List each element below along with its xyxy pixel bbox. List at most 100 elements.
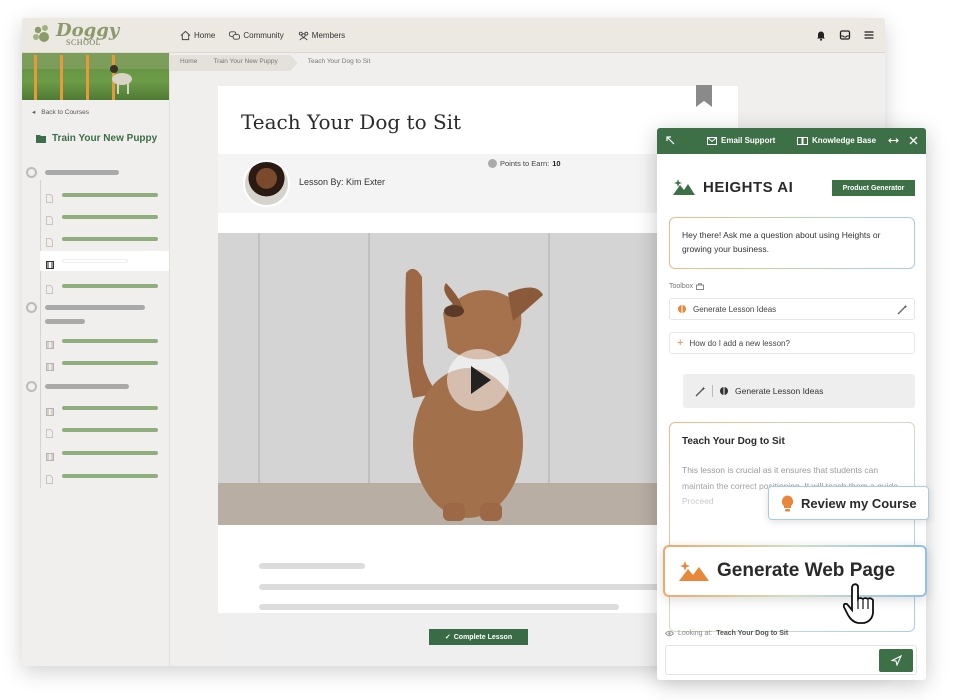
top-navigation-bar: Doggy SCHOOL Home Community Members xyxy=(22,18,885,53)
lesson-title-placeholder[interactable] xyxy=(62,284,158,288)
toolbox-label: Toolbox xyxy=(669,283,705,290)
review-my-course-button[interactable]: Review my Course xyxy=(768,486,929,520)
magic-wand-icon xyxy=(897,304,908,315)
video-lesson-icon xyxy=(46,448,54,461)
chat-bubbles-icon xyxy=(229,31,241,40)
course-thumbnail-image xyxy=(22,53,169,100)
points-to-earn: Points to Earn: 10 xyxy=(488,159,561,168)
lesson-title-placeholder[interactable] xyxy=(62,406,158,410)
magic-wand-icon xyxy=(695,386,706,396)
caret-left-icon: ◂ xyxy=(32,109,36,116)
tool-add-new-lesson[interactable]: + How do I add a new lesson? xyxy=(669,332,915,354)
generate-lesson-ideas-label: Generate Lesson Ideas xyxy=(735,386,824,396)
heights-ai-panel: Email Support Knowledge Base HEIGHTS AI … xyxy=(657,128,926,680)
lesson-title-placeholder[interactable] xyxy=(62,361,158,365)
lesson-title-placeholder[interactable] xyxy=(62,193,158,197)
course-title[interactable]: Train Your New Puppy xyxy=(36,133,157,144)
generate-lesson-ideas-button[interactable]: Generate Lesson Ideas xyxy=(683,374,915,408)
lesson-title-placeholder[interactable] xyxy=(62,237,158,241)
lesson-title-placeholder[interactable] xyxy=(62,259,128,263)
lesson-title-placeholder[interactable] xyxy=(62,339,158,343)
breadcrumb-course[interactable]: Train Your New Puppy xyxy=(203,55,298,71)
product-generator-button[interactable]: Product Generator xyxy=(832,180,915,196)
check-icon: ✓ xyxy=(444,634,451,641)
collapse-arrow-icon[interactable] xyxy=(665,135,676,146)
lesson-title: Teach Your Dog to Sit xyxy=(241,110,462,134)
hamburger-menu-icon[interactable] xyxy=(863,29,875,41)
complete-lesson-label: Complete Lesson xyxy=(453,633,513,641)
brain-icon xyxy=(678,305,686,313)
tree-connector-line xyxy=(40,180,41,488)
nav-members[interactable]: Members xyxy=(298,30,345,41)
module-title-placeholder[interactable] xyxy=(45,305,145,310)
lesson-title-placeholder[interactable] xyxy=(62,215,158,219)
module-status-circle[interactable] xyxy=(26,381,37,392)
eye-icon xyxy=(665,630,674,637)
toolbox-label-text: Toolbox xyxy=(669,283,694,290)
tool-generate-lesson-ideas[interactable]: Generate Lesson Ideas xyxy=(669,298,915,320)
complete-lesson-button[interactable]: ✓ Complete Lesson xyxy=(429,629,528,645)
generated-lesson-title: Teach Your Dog to Sit xyxy=(682,436,785,447)
looking-at-label: Looking at: xyxy=(678,630,713,637)
divider xyxy=(712,385,713,397)
points-value: 10 xyxy=(552,159,561,168)
nav-community[interactable]: Community xyxy=(229,30,284,41)
video-lesson-icon xyxy=(46,336,54,349)
lightbulb-icon xyxy=(781,495,794,511)
module-status-circle[interactable] xyxy=(26,302,37,313)
folder-icon xyxy=(36,135,46,143)
toolbox-icon xyxy=(696,283,705,290)
sparkle-mountains-icon xyxy=(679,561,709,581)
nav-members-label: Members xyxy=(311,31,346,40)
tool2-label: How do I add a new lesson? xyxy=(689,338,790,348)
logo-text-school: SCHOOL xyxy=(66,38,102,47)
email-support-label: Email Support xyxy=(721,136,776,145)
module-title-placeholder[interactable] xyxy=(45,384,129,389)
email-support-link[interactable]: Email Support xyxy=(707,136,775,145)
inbox-icon[interactable] xyxy=(839,29,851,41)
paw-logo-icon xyxy=(33,25,49,42)
generate-web-page-button[interactable]: Generate Web Page xyxy=(663,545,927,597)
nav-community-label: Community xyxy=(243,31,284,40)
book-icon xyxy=(797,136,808,145)
tool1-label: Generate Lesson Ideas xyxy=(693,304,777,314)
plus-icon: + xyxy=(677,337,684,349)
breadcrumb: Home Train Your New Puppy Teach Your Dog… xyxy=(170,55,376,71)
members-icon xyxy=(298,31,308,41)
breadcrumb-home[interactable]: Home xyxy=(170,55,208,71)
video-lesson-icon xyxy=(46,358,54,371)
play-button[interactable] xyxy=(447,349,509,411)
close-icon[interactable] xyxy=(908,135,919,146)
envelope-icon xyxy=(707,136,717,145)
document-lesson-icon xyxy=(46,471,54,484)
placeholder-text-line xyxy=(259,563,365,569)
nav-home[interactable]: Home xyxy=(180,30,215,41)
looking-at-value: Teach Your Dog to Sit xyxy=(716,630,789,637)
knowledge-base-link[interactable]: Knowledge Base xyxy=(797,136,876,145)
lesson-title-placeholder[interactable] xyxy=(62,474,158,478)
heights-ai-brand: HEIGHTS AI xyxy=(673,178,793,196)
bell-icon[interactable] xyxy=(815,29,827,41)
module-title-placeholder[interactable] xyxy=(45,319,85,324)
placeholder-text-line xyxy=(259,604,619,610)
course-sidebar: ◂ Back to Courses Train Your New Puppy xyxy=(22,53,170,666)
send-button[interactable] xyxy=(879,649,913,672)
top-right-icons xyxy=(815,29,875,41)
ai-panel-header: Email Support Knowledge Base xyxy=(657,128,926,154)
document-lesson-icon xyxy=(46,212,54,225)
chat-input[interactable] xyxy=(665,645,917,675)
lesson-title-placeholder[interactable] xyxy=(62,451,158,455)
module-title-placeholder[interactable] xyxy=(45,170,119,175)
agility-field-graphic xyxy=(22,53,169,100)
back-to-courses-link[interactable]: ◂ Back to Courses xyxy=(32,108,89,117)
expand-horizontal-icon[interactable] xyxy=(888,135,899,146)
module-status-circle[interactable] xyxy=(26,167,37,178)
document-lesson-icon xyxy=(46,425,54,438)
doggy-school-logo[interactable]: Doggy SCHOOL xyxy=(32,20,122,49)
lesson-title-placeholder[interactable] xyxy=(62,428,158,432)
brand-name: HEIGHTS AI xyxy=(703,178,794,196)
back-to-courses-label: Back to Courses xyxy=(41,108,89,116)
bookmark-icon[interactable] xyxy=(696,85,712,107)
send-icon xyxy=(890,655,902,666)
generated-lesson-card: Teach Your Dog to Sit This lesson is cru… xyxy=(669,422,915,632)
